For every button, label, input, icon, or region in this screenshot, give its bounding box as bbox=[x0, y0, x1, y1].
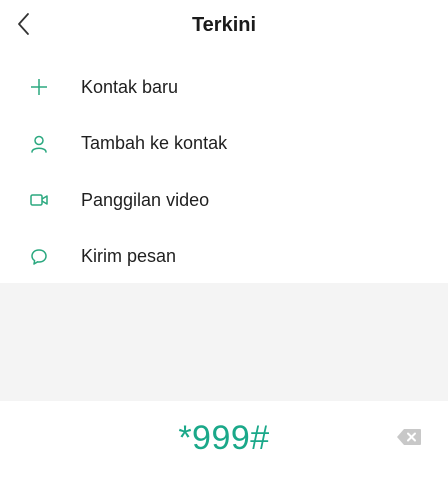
backspace-icon bbox=[396, 428, 422, 451]
dialed-number: *999# bbox=[178, 419, 270, 457]
person-icon bbox=[28, 133, 50, 155]
menu-item-label: Kontak baru bbox=[81, 76, 179, 97]
header: Terkini bbox=[0, 0, 448, 54]
menu-item-label: Panggilan video bbox=[81, 189, 210, 210]
plus-icon bbox=[28, 76, 50, 98]
menu-item-label: Tambah ke kontak bbox=[81, 133, 228, 154]
dialer-panel: *999# bbox=[0, 401, 448, 492]
empty-area bbox=[0, 283, 448, 401]
menu-item-video-call[interactable]: Panggilan video bbox=[0, 172, 448, 229]
action-menu: Kontak baru Tambah ke kontak Panggilan v… bbox=[0, 59, 448, 285]
menu-item-send-message[interactable]: Kirim pesan bbox=[0, 229, 448, 286]
menu-item-new-contact[interactable]: Kontak baru bbox=[0, 59, 448, 116]
video-camera-icon bbox=[28, 189, 50, 211]
backspace-button[interactable] bbox=[394, 427, 424, 451]
menu-item-label: Kirim pesan bbox=[81, 246, 177, 267]
page-title: Terkini bbox=[191, 14, 257, 36]
chat-bubble-icon bbox=[28, 246, 50, 268]
menu-item-add-to-contact[interactable]: Tambah ke kontak bbox=[0, 116, 448, 173]
